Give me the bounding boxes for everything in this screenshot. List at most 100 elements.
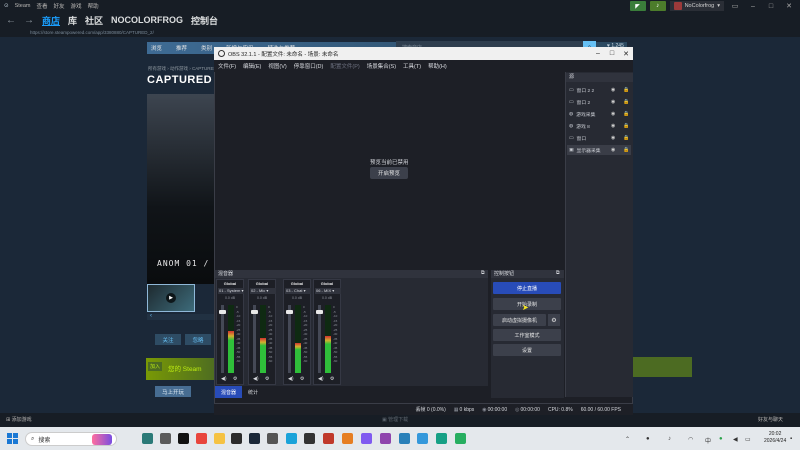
menu-file[interactable]: 文件(F)	[218, 62, 236, 70]
speaker-icon[interactable]: ◀	[733, 436, 738, 443]
gallery-icon[interactable]	[160, 433, 171, 444]
app-icon[interactable]	[361, 433, 372, 444]
gear-icon[interactable]: ⚙	[300, 376, 304, 382]
steam-menu-item[interactable]: 好友	[54, 2, 65, 10]
gear-icon[interactable]: ⚙	[548, 314, 560, 326]
menu-tools[interactable]: 工具(T)	[403, 62, 421, 70]
visibility-eye-icon[interactable]: ◉	[611, 147, 615, 153]
menu-docks[interactable]: 停靠窗口(D)	[294, 62, 324, 70]
source-item[interactable]: ◍ 游戏采集	[567, 109, 631, 119]
menu-edit[interactable]: 编辑(E)	[243, 62, 261, 70]
menu-help[interactable]: 帮助(H)	[428, 62, 447, 70]
ignore-button[interactable]: 忽略	[185, 334, 211, 345]
tab-store[interactable]: 商店	[42, 14, 60, 27]
volume-fader[interactable]	[253, 305, 256, 373]
steam-menu-item[interactable]: 查看	[37, 2, 48, 10]
gear-icon[interactable]: ⚙	[233, 376, 237, 382]
minimize-icon[interactable]: –	[746, 3, 760, 10]
chrome-icon[interactable]	[196, 433, 207, 444]
clock[interactable]: 20:02 2026/4/24	[764, 431, 786, 445]
channel-name-dropdown[interactable]: 06 - MIX ▾	[315, 288, 341, 294]
follow-button[interactable]: 关注	[155, 334, 181, 345]
tab-profile[interactable]: NOCOLORFROG	[111, 15, 183, 25]
source-item[interactable]: ▣ 显示器采集	[567, 145, 631, 155]
close-icon[interactable]: ✕	[619, 47, 633, 60]
app-icon[interactable]	[323, 433, 334, 444]
gear-icon[interactable]: ⚙	[265, 376, 269, 382]
battery-icon[interactable]: ▭	[745, 436, 751, 443]
steam-menu-item[interactable]: 帮助	[88, 2, 99, 10]
lock-icon[interactable]: 🔒	[623, 99, 629, 105]
start-virtual-camera-button[interactable]: 启动虚拟摄像机	[493, 314, 546, 326]
mail-icon[interactable]	[142, 433, 153, 444]
store-nav-item[interactable]: 类别	[201, 44, 212, 52]
channel-name-dropdown[interactable]: 01 - System ▾	[218, 288, 244, 294]
store-nav-item[interactable]: 推荐	[176, 44, 187, 52]
url-bar[interactable]: https://store.steampowered.com/app/33808…	[0, 28, 800, 37]
speaker-icon[interactable]: ◀)	[253, 376, 259, 382]
tab-community[interactable]: 社区	[85, 14, 103, 27]
friends-chat-button[interactable]: 好友与聊天	[758, 416, 783, 423]
steam-menu-item[interactable]: Steam	[15, 3, 31, 9]
fader-handle[interactable]	[219, 310, 226, 315]
notification-bell-icon[interactable]: ♪	[649, 1, 666, 11]
tray-app-icon[interactable]: ●	[646, 436, 650, 442]
tab-console[interactable]: 控制台	[191, 14, 218, 27]
thumbnail-scrollbar[interactable]	[147, 314, 217, 320]
maximize-icon[interactable]: □	[764, 3, 778, 10]
taskbar-search-input[interactable]: ⌕ 搜索	[25, 432, 117, 446]
windows-start-icon[interactable]	[7, 433, 18, 444]
close-icon[interactable]: ✕	[782, 2, 796, 10]
app-icon[interactable]	[455, 433, 466, 444]
lock-icon[interactable]: 🔒	[623, 87, 629, 93]
tray-overflow-icon[interactable]: ⌃	[625, 436, 630, 443]
app-icon[interactable]	[399, 433, 410, 444]
tab-library[interactable]: 库	[68, 14, 77, 27]
speaker-icon[interactable]: ◀)	[318, 376, 324, 382]
enable-preview-button[interactable]: 开启预览	[370, 167, 408, 179]
volume-fader[interactable]	[318, 305, 321, 373]
broadcast-icon[interactable]: ◤	[629, 1, 646, 11]
maximize-icon[interactable]: □	[605, 47, 619, 60]
app-icon[interactable]	[436, 433, 447, 444]
speaker-icon[interactable]: ◀)	[288, 376, 294, 382]
app-icon[interactable]	[286, 433, 297, 444]
steam-app-icon[interactable]	[249, 433, 260, 444]
stop-streaming-button[interactable]: 停止直播	[493, 282, 561, 294]
app-icon[interactable]	[380, 433, 391, 444]
visibility-eye-icon[interactable]: ◉	[611, 135, 615, 141]
chevron-left-icon[interactable]: ‹	[150, 313, 152, 319]
tab-mixer[interactable]: 混音器	[215, 386, 243, 398]
ime-language[interactable]: 中	[705, 436, 711, 445]
wechat-icon[interactable]: ●	[719, 436, 723, 442]
channel-name-dropdown[interactable]: 03 - Chat ▾	[285, 288, 311, 294]
visibility-eye-icon[interactable]: ◉	[611, 87, 615, 93]
undock-icon[interactable]: ⧉	[481, 270, 485, 276]
settings-button[interactable]: 设置	[493, 344, 561, 356]
visibility-eye-icon[interactable]: ◉	[611, 123, 615, 129]
speaker-icon[interactable]: ◀)	[221, 376, 227, 382]
wifi-icon[interactable]: ◠	[688, 436, 693, 443]
lock-icon[interactable]: 🔒	[623, 123, 629, 129]
volume-fader[interactable]	[288, 305, 291, 373]
breadcrumb[interactable]: 所有游戏 › 动作游戏 › CAPTURED 2	[148, 66, 221, 72]
volume-fader[interactable]	[221, 305, 224, 373]
channel-name-dropdown[interactable]: 02 - Mic ▾	[250, 288, 276, 294]
minimize-icon[interactable]: –	[591, 47, 605, 60]
undock-icon[interactable]: ⧉	[556, 270, 560, 276]
menu-scene-collection[interactable]: 场景集合(S)	[367, 62, 396, 70]
lock-icon[interactable]: 🔒	[623, 135, 629, 141]
tab-stats[interactable]: 统计	[242, 386, 264, 398]
notification-icon[interactable]: ▪	[790, 436, 792, 442]
start-playing-button[interactable]: 马上开玩	[155, 386, 191, 397]
store-nav-item[interactable]: 浏览	[151, 44, 162, 52]
app-icon[interactable]	[342, 433, 353, 444]
lock-icon[interactable]: 🔒	[623, 147, 629, 153]
game-media-player[interactable]	[147, 94, 217, 284]
source-item[interactable]: ▭ 窗口	[567, 133, 631, 143]
obs-app-icon[interactable]	[231, 433, 242, 444]
back-arrow-icon[interactable]: ←	[6, 15, 16, 26]
fader-handle[interactable]	[286, 310, 293, 315]
tray-app-icon[interactable]: ♪	[668, 436, 671, 442]
app-icon[interactable]	[417, 433, 428, 444]
